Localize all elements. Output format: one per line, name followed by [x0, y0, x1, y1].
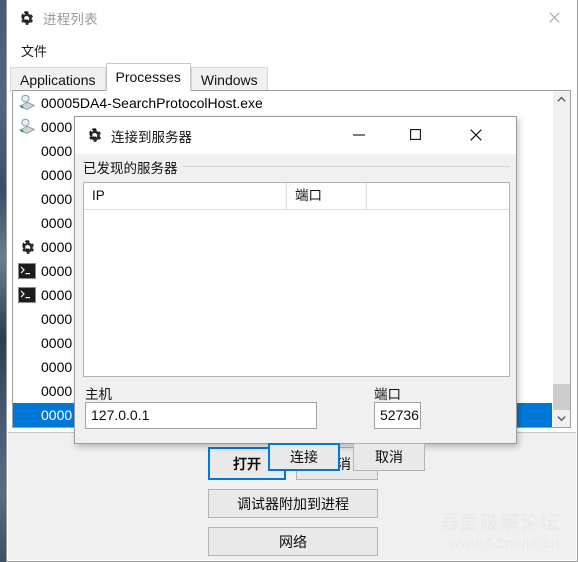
minimize-button[interactable] — [336, 117, 381, 152]
tab-applications[interactable]: Applications — [10, 67, 106, 92]
process-row-label: 0000 — [41, 359, 73, 375]
console-icon — [17, 261, 37, 281]
menu-item-file[interactable]: 文件 — [17, 39, 51, 62]
connect-button[interactable]: 连接 — [268, 443, 340, 471]
watermark-line-2: www.52pojie.cn — [448, 534, 560, 552]
process-row-label: 0000 — [41, 263, 73, 279]
host-input[interactable]: 127.0.0.1 — [85, 402, 317, 429]
process-row-label: 0000 — [41, 215, 73, 231]
main-window-title: 进程列表 — [43, 12, 98, 27]
menu-bar: 文件 — [7, 37, 577, 63]
watermark-line-1: 吾爱破解论坛 — [439, 512, 560, 534]
process-row-label: 0000 — [41, 167, 73, 183]
column-header-ip[interactable]: IP — [84, 183, 286, 209]
server-list[interactable]: IP 端口 — [83, 182, 510, 377]
dialog-title: 连接到服务器 — [111, 129, 192, 145]
process-row-label: 0000 — [41, 287, 73, 303]
network-button[interactable]: 网络 — [208, 527, 378, 556]
server-icon — [17, 93, 37, 113]
process-row-label: 0000 — [41, 119, 73, 135]
process-row-label: 0000 — [41, 191, 73, 207]
port-input[interactable]: 52736 — [374, 402, 421, 429]
column-header-port[interactable]: 端口 — [286, 183, 366, 209]
watermark: 吾爱破解论坛 www.52pojie.cn — [440, 513, 560, 552]
maximize-button[interactable] — [393, 117, 438, 152]
tab-processes[interactable]: Processes — [105, 63, 191, 91]
gear-app-icon — [17, 9, 35, 27]
process-row-label: 0000 — [41, 239, 73, 255]
dialog-title-bar: 连接到服务器 — [75, 117, 516, 154]
process-row[interactable]: 00005DA4-SearchProtocolHost.exe — [13, 91, 553, 115]
chevron-down-icon[interactable] — [553, 410, 570, 427]
host-label: 主机 — [85, 387, 112, 402]
process-row-label: 0000 — [41, 311, 73, 327]
chevron-up-icon[interactable] — [553, 91, 570, 108]
process-row-label: 00005DA4-SearchProtocolHost.exe — [41, 95, 263, 111]
tab-strip: Applications Processes Windows — [10, 63, 574, 92]
console-icon — [17, 285, 37, 305]
connect-to-server-dialog: 连接到服务器 已发现的服务器 IP 端口 主机 127.0.0.1 端口 527… — [74, 116, 517, 471]
gear-app-icon — [17, 237, 37, 257]
process-row-label: 0000 — [41, 407, 73, 423]
column-header-spacer[interactable] — [366, 183, 509, 209]
process-row-label: 0000 — [41, 335, 73, 351]
process-list-window: 进程列表 文件 Applications Processes Windows 0… — [6, 0, 578, 562]
close-button[interactable] — [531, 0, 577, 34]
attach-debugger-button[interactable]: 调试器附加到进程 — [208, 489, 378, 518]
discovered-servers-label: 已发现的服务器 — [83, 157, 183, 177]
process-list-scrollbar[interactable] — [552, 91, 570, 427]
port-label: 端口 — [374, 387, 401, 402]
server-list-header: IP 端口 — [84, 183, 509, 210]
scrollbar-thumb[interactable] — [553, 384, 570, 410]
server-icon — [17, 117, 37, 137]
process-row-label: 0000 — [41, 383, 73, 399]
main-title-bar: 进程列表 — [7, 0, 577, 37]
tab-windows[interactable]: Windows — [190, 67, 268, 92]
dialog-cancel-button[interactable]: 取消 — [353, 443, 425, 471]
gear-app-icon — [85, 127, 103, 145]
close-button[interactable] — [453, 117, 498, 152]
discovered-servers-group: 已发现的服务器 IP 端口 — [83, 157, 510, 377]
process-row-label: 0000 — [41, 143, 73, 159]
